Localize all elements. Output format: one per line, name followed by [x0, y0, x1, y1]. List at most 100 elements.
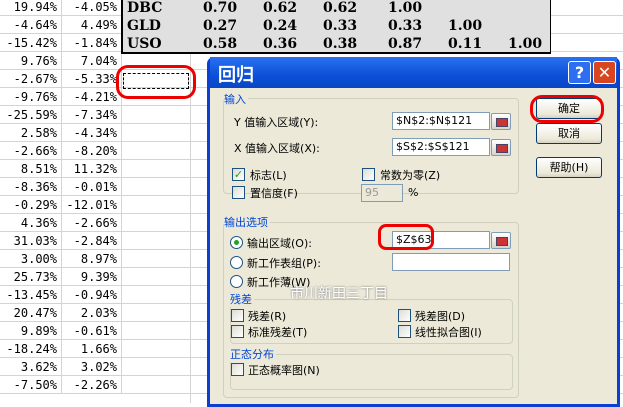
residuals-label: 残差(R): [248, 310, 287, 323]
cell[interactable]: -7.50%: [0, 376, 62, 394]
cell[interactable]: -1.84%: [62, 34, 122, 52]
normal-plot-checkbox[interactable]: [231, 363, 244, 376]
correlation-cell[interactable]: 0.24: [263, 17, 297, 35]
cell[interactable]: 19.94%: [0, 0, 62, 16]
dialog-titlebar[interactable]: 回归 ? ✕: [210, 57, 617, 88]
cell[interactable]: -7.34%: [62, 106, 122, 124]
correlation-cell[interactable]: USO: [127, 35, 162, 53]
percent-label: %: [408, 186, 419, 199]
cell[interactable]: -0.61%: [62, 322, 122, 340]
cell[interactable]: 4.36%: [0, 214, 62, 232]
cell[interactable]: -12.01%: [62, 196, 122, 214]
correlation-cell[interactable]: 0.27: [203, 17, 237, 35]
cell[interactable]: -13.45%: [0, 286, 62, 304]
correlation-cell[interactable]: GLD: [127, 17, 161, 35]
normal-group-label: 正态分布: [230, 346, 276, 362]
y-range-input[interactable]: $N$2:$N$121: [392, 112, 490, 130]
cell[interactable]: 8.51%: [0, 160, 62, 178]
cell[interactable]: 8.97%: [62, 250, 122, 268]
y-range-ref-button[interactable]: [491, 113, 511, 130]
cell[interactable]: -4.21%: [62, 88, 122, 106]
confidence-input[interactable]: 95: [361, 184, 403, 202]
cell[interactable]: -4.64%: [0, 16, 62, 34]
red-annotation: [378, 224, 434, 250]
cell[interactable]: -0.94%: [62, 286, 122, 304]
new-sheet-label: 新工作表组(P):: [247, 257, 321, 270]
cell[interactable]: -25.59%: [0, 106, 62, 124]
output-range-radio[interactable]: [230, 236, 243, 249]
cell[interactable]: -18.24%: [0, 340, 62, 358]
cell[interactable]: 9.89%: [0, 322, 62, 340]
cell[interactable]: -9.76%: [0, 88, 62, 106]
watermark: 市川新田三丁目: [290, 286, 388, 302]
cell[interactable]: 2.03%: [62, 304, 122, 322]
residuals-checkbox[interactable]: [231, 309, 244, 322]
cell[interactable]: 20.47%: [0, 304, 62, 322]
correlation-cell[interactable]: DBC: [127, 0, 162, 17]
y-range-label: Y 值输入区域(Y):: [234, 116, 319, 129]
correlation-cell[interactable]: 0.11: [448, 35, 482, 53]
correlation-cell[interactable]: 0.62: [263, 0, 297, 17]
cell[interactable]: 7.04%: [62, 52, 122, 70]
cell[interactable]: -5.33%: [62, 70, 122, 88]
new-sheet-input[interactable]: [392, 253, 510, 271]
cell[interactable]: 2.58%: [0, 124, 62, 142]
correlation-cell[interactable]: 1.00: [508, 35, 542, 53]
new-sheet-radio[interactable]: [230, 256, 243, 269]
cell[interactable]: -8.36%: [0, 178, 62, 196]
cell[interactable]: 25.73%: [0, 268, 62, 286]
cell[interactable]: 9.39%: [62, 268, 122, 286]
output-group-label: 输出选项: [224, 214, 270, 230]
close-icon[interactable]: ✕: [593, 61, 616, 84]
confidence-checkbox[interactable]: [232, 186, 245, 199]
cell[interactable]: 3.00%: [0, 250, 62, 268]
cell[interactable]: 4.49%: [62, 16, 122, 34]
residual-plots-label: 残差图(D): [415, 310, 466, 323]
cell[interactable]: -2.66%: [62, 214, 122, 232]
correlation-cell[interactable]: 1.00: [388, 0, 422, 17]
cell[interactable]: -2.84%: [62, 232, 122, 250]
new-book-radio[interactable]: [230, 275, 243, 288]
const-zero-label: 常数为零(Z): [380, 169, 441, 182]
cell[interactable]: 9.76%: [0, 52, 62, 70]
cell[interactable]: 31.03%: [0, 232, 62, 250]
residual-group-label: 残差: [230, 291, 254, 307]
line-fit-checkbox[interactable]: [398, 325, 411, 338]
x-range-input[interactable]: $S$2:$S$121: [392, 138, 490, 156]
cell[interactable]: 3.02%: [62, 358, 122, 376]
cell[interactable]: -2.66%: [0, 142, 62, 160]
correlation-table: DBC 0.70 0.62 0.62 1.00 GLD 0.27 0.24 0.33 0.33 1.…: [121, 0, 551, 54]
cell[interactable]: -2.67%: [0, 70, 62, 88]
const-zero-checkbox[interactable]: [362, 168, 375, 181]
correlation-cell[interactable]: 0.33: [388, 17, 422, 35]
std-residuals-checkbox[interactable]: [231, 325, 244, 338]
correlation-cell[interactable]: 0.58: [203, 35, 237, 53]
cell[interactable]: 1.66%: [62, 340, 122, 358]
correlation-cell[interactable]: 0.87: [388, 35, 422, 53]
cell[interactable]: -0.29%: [0, 196, 62, 214]
correlation-cell[interactable]: 0.33: [323, 17, 357, 35]
cell[interactable]: 11.32%: [62, 160, 122, 178]
cell[interactable]: -8.20%: [62, 142, 122, 160]
cell[interactable]: -2.26%: [62, 376, 122, 394]
cell[interactable]: -4.05%: [62, 0, 122, 16]
labels-checkbox[interactable]: ✓: [232, 168, 245, 181]
normal-plot-label: 正态概率图(N): [248, 364, 320, 377]
output-range-ref-button[interactable]: [491, 232, 511, 249]
cell[interactable]: 3.62%: [0, 358, 62, 376]
residual-plots-checkbox[interactable]: [398, 309, 411, 322]
help-button[interactable]: 帮助(H): [536, 157, 602, 178]
correlation-cell[interactable]: 0.70: [203, 0, 237, 17]
correlation-cell[interactable]: 0.36: [263, 35, 297, 53]
correlation-cell[interactable]: 1.00: [448, 17, 482, 35]
correlation-cell[interactable]: 0.38: [323, 35, 357, 53]
cell[interactable]: -0.01%: [62, 178, 122, 196]
correlation-row: USO 0.58 0.36 0.38 0.87 0.11 1.00: [123, 35, 550, 53]
cancel-button[interactable]: 取消: [536, 123, 602, 144]
correlation-cell[interactable]: 0.62: [323, 0, 357, 17]
help-icon[interactable]: ?: [568, 61, 591, 84]
x-range-label: X 值输入区域(X):: [234, 142, 320, 155]
cell[interactable]: -4.34%: [62, 124, 122, 142]
cell[interactable]: -15.42%: [0, 34, 62, 52]
x-range-ref-button[interactable]: [491, 139, 511, 156]
